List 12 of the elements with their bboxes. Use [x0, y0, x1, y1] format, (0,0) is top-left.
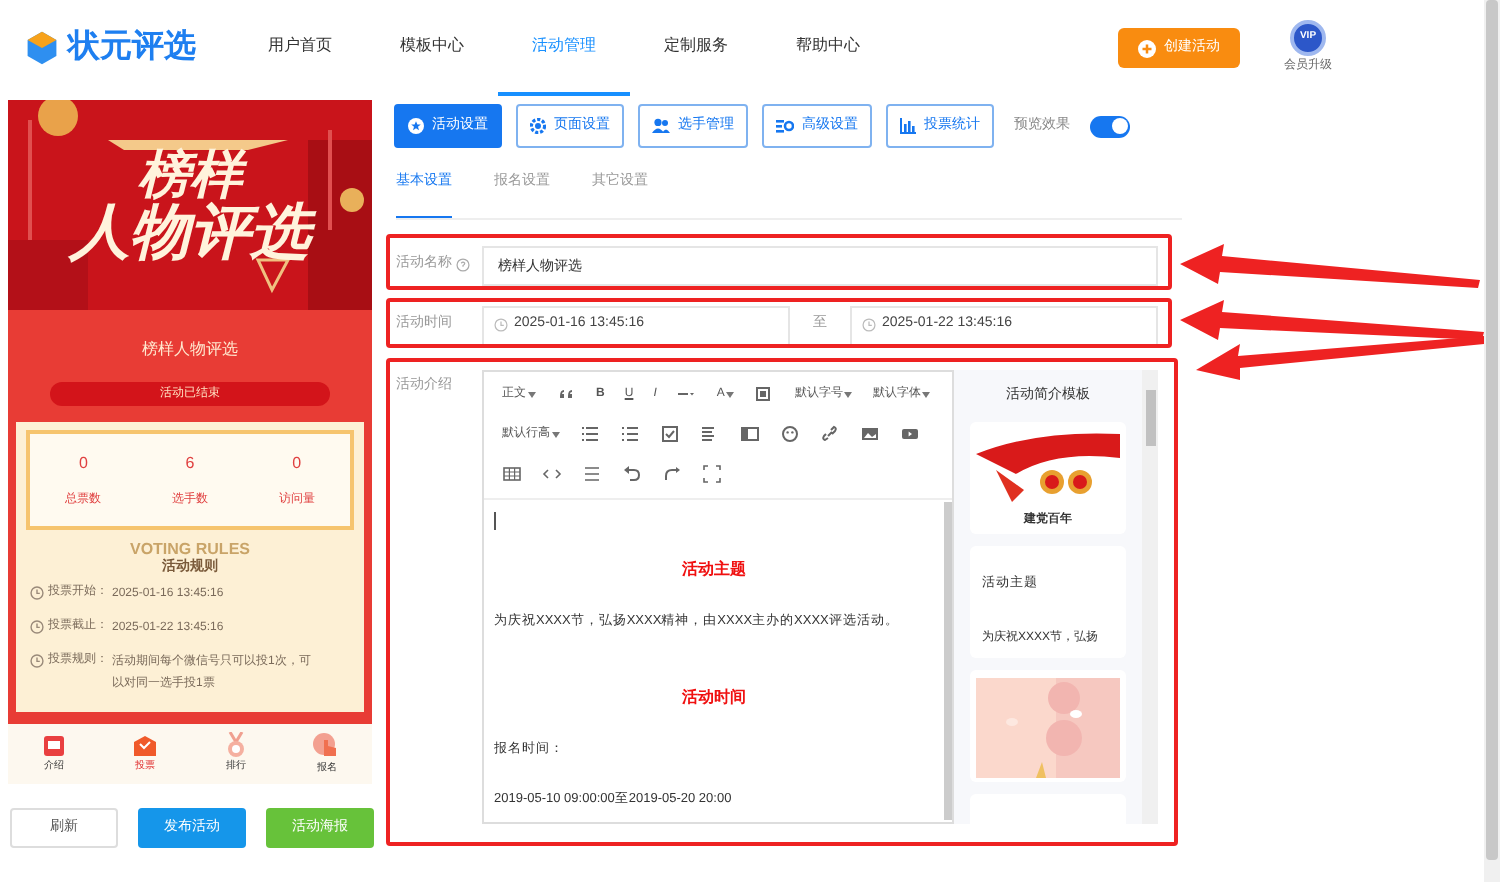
- stat-value: 0: [292, 451, 302, 475]
- content-heading: 活动时间: [680, 686, 748, 711]
- rules-watermark: VOTING RULES: [129, 540, 250, 558]
- logo-text: 状元评选: [68, 27, 196, 68]
- nav-tab[interactable]: 用户首页: [234, 0, 366, 96]
- nav-tab[interactable]: 模板中心: [366, 0, 498, 96]
- nav-tab[interactable]: 帮助中心: [762, 0, 894, 96]
- nav-tab[interactable]: 定制服务: [630, 0, 762, 96]
- activity-title: 榜样人物评选: [142, 338, 238, 362]
- stat-value: 6: [185, 451, 195, 475]
- content-heading: 活动主题: [680, 557, 748, 581]
- stat-value: 0: [78, 451, 88, 475]
